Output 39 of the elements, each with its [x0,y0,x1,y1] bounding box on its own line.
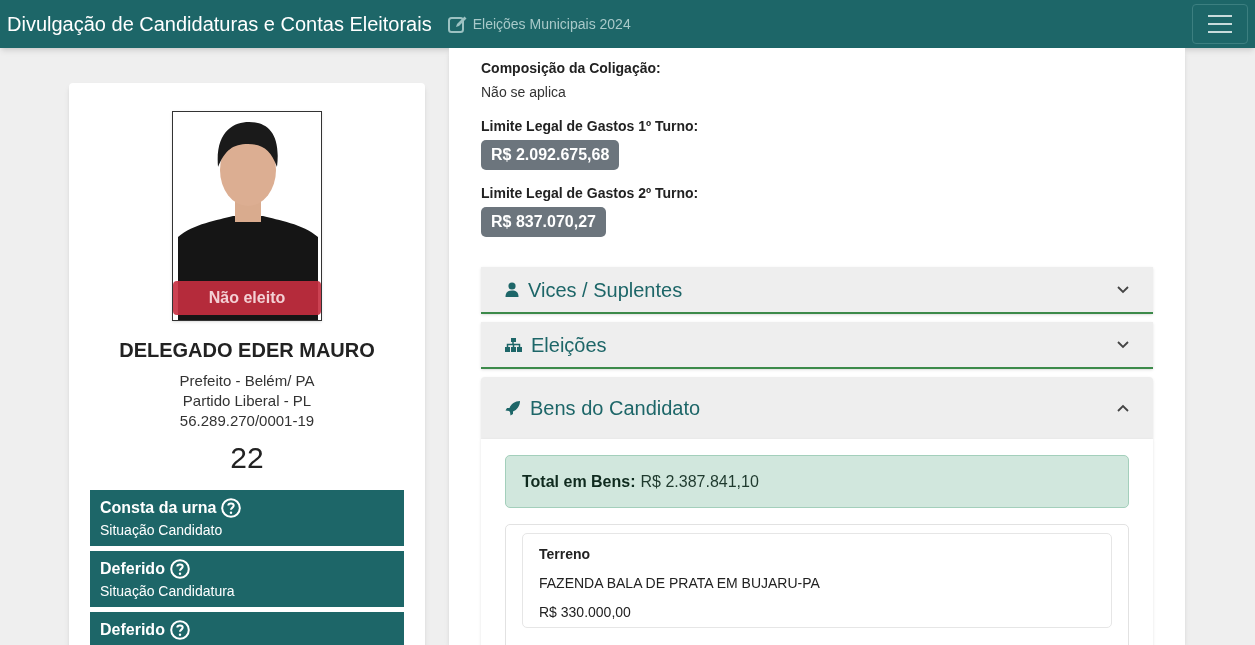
total-label: Total em Bens: [522,471,636,492]
help-icon[interactable] [169,620,190,640]
chevron-down-icon [1117,340,1129,349]
menu-icon [1207,14,1233,34]
candidate-detail: 56.289.270/0001-19 [179,411,315,431]
chevron-up-icon [1117,404,1129,412]
asset-description: FAZENDA BALA DE PRATA EM BUJARU-PA [539,574,821,593]
help-icon[interactable] [221,498,242,518]
edit-icon [447,14,468,34]
field-label: Composição da Coligação: [481,59,661,78]
candidate-detail: Partido Liberal - PL [182,391,312,411]
person-icon [505,282,519,297]
field-label: Limite Legal de Gastos 1º Turno: [481,117,699,136]
total-value: R$ 2.387.841,10 [640,471,759,492]
status-value: Deferido [100,620,165,640]
candidate-number: 22 [230,440,264,476]
candidate-detail: Prefeito - Belém/ PA [179,371,315,391]
amount-badge: R$ 2.092.675,68 [481,140,620,170]
help-icon[interactable] [169,559,190,579]
candidate-name: DELEGADO EDER MAURO [119,338,375,363]
sitemap-icon [505,337,522,352]
site-title: Divulgação de Candidaturas e Contas Eleitorais [7,12,432,37]
status-label: Situação Candidato [100,521,224,540]
menu-button[interactable] [1192,4,1248,44]
field-value: Não se aplica [481,83,566,102]
status-value: Deferido [100,559,165,579]
status-label: Situação Candidatura [100,582,236,601]
field-label: Limite Legal de Gastos 2º Turno: [481,184,699,203]
result-badge: Não eleito [173,281,321,315]
rocket-icon [505,400,521,416]
asset-value: R$ 330.000,00 [539,603,632,622]
amount-badge: R$ 837.070,27 [481,207,606,237]
asset-type: Terreno [539,545,592,564]
status-value: Consta da urna [100,498,217,518]
accordion-header[interactable]: Eleições [481,322,1153,369]
chevron-down-icon [1117,285,1129,294]
election-label: Eleições Municipais 2024 [472,14,631,34]
accordion-header[interactable]: Bens do Candidato [481,377,1153,439]
accordion-header[interactable]: Vices / Suplentes [481,267,1153,314]
